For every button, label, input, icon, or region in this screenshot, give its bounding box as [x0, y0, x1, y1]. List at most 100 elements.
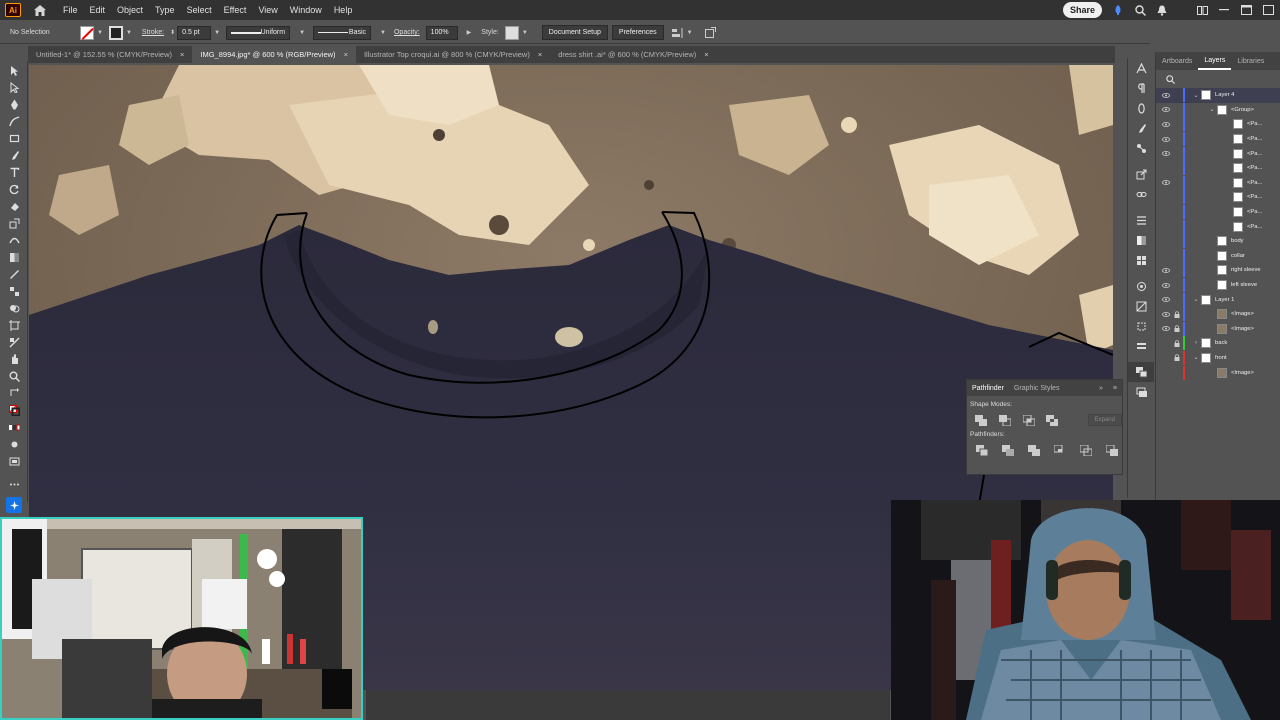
layer-row[interactable]: <Pa...: [1156, 205, 1280, 220]
outline-icon[interactable]: [1079, 444, 1093, 456]
layer-row[interactable]: <Pa...: [1156, 175, 1280, 191]
tab-graphic-styles[interactable]: Graphic Styles: [1009, 385, 1065, 392]
close-icon[interactable]: ×: [538, 50, 542, 59]
close-icon[interactable]: ×: [180, 50, 184, 59]
minus-front-icon[interactable]: [998, 414, 1012, 426]
panel-menu-icon[interactable]: ≡: [1108, 385, 1122, 392]
zoom-tool-icon[interactable]: [0, 368, 28, 385]
share-button[interactable]: Share: [1062, 2, 1102, 18]
selection-tool-icon[interactable]: [0, 62, 28, 79]
brushes-panel-icon[interactable]: [1128, 118, 1154, 138]
stroke-swatch[interactable]: [108, 25, 123, 40]
stroke-weight-field[interactable]: ⬍ 0.5 pt ▼: [170, 25, 220, 40]
search-icon[interactable]: [1134, 4, 1146, 16]
scale-tool-icon[interactable]: [0, 215, 28, 232]
bell-icon[interactable]: [1156, 4, 1168, 16]
arrange-documents-icon[interactable]: [1196, 4, 1208, 16]
chevron-right-icon[interactable]: ▶: [467, 29, 472, 36]
menu-effect[interactable]: Effect: [224, 5, 247, 15]
layer-row[interactable]: <Pa...: [1156, 146, 1280, 161]
type-tool-icon[interactable]: [0, 164, 28, 181]
lock-icon[interactable]: [1172, 325, 1181, 333]
tab-artboards[interactable]: Artboards: [1156, 52, 1198, 70]
opacity-label[interactable]: Opacity:: [394, 29, 420, 36]
shape-builder-tool-icon[interactable]: [0, 300, 28, 317]
tab-layers[interactable]: Layers: [1198, 52, 1232, 70]
paragraph-panel-icon[interactable]: [1128, 78, 1154, 98]
layer-row[interactable]: <Image>: [1156, 321, 1280, 337]
appearance-panel-icon[interactable]: [1128, 276, 1154, 296]
divide-icon[interactable]: [975, 444, 989, 456]
align-icon[interactable]: ▼: [671, 27, 693, 38]
eraser-tool-icon[interactable]: [0, 198, 28, 215]
menu-help[interactable]: Help: [334, 5, 353, 15]
unite-icon[interactable]: [975, 414, 988, 426]
rectangle-tool-icon[interactable]: [0, 130, 28, 147]
chevron-down-icon[interactable]: ⌄: [1207, 106, 1217, 113]
visibility-eye-icon[interactable]: [1161, 92, 1170, 98]
layer-row[interactable]: left sleeve: [1156, 278, 1280, 293]
opentype-panel-icon[interactable]: [1128, 98, 1154, 118]
visibility-eye-icon[interactable]: [1161, 282, 1170, 288]
direct-selection-tool-icon[interactable]: [0, 79, 28, 96]
exclude-icon[interactable]: [1046, 414, 1059, 426]
chevron-down-icon[interactable]: ▼: [687, 30, 693, 36]
paintbrush-tool-icon[interactable]: [0, 147, 28, 164]
trim-icon[interactable]: [1001, 444, 1015, 456]
layer-row[interactable]: <Pa...: [1156, 117, 1280, 132]
visibility-eye-icon[interactable]: [1161, 311, 1170, 317]
document-tab[interactable]: Illustrator Top croqui.ai @ 800 % (CMYK/…: [356, 46, 550, 63]
crop-icon[interactable]: [1053, 444, 1067, 456]
symbols-panel-icon[interactable]: [1128, 138, 1154, 158]
rotate-tool-icon[interactable]: [0, 181, 28, 198]
chevron-down-icon[interactable]: ▼: [126, 30, 132, 36]
artboard-tool-icon[interactable]: [0, 317, 28, 334]
stepper-icon[interactable]: ⬍: [170, 29, 175, 36]
fill-swatch-control[interactable]: ▼: [80, 25, 103, 40]
layers-panel-icon[interactable]: [1128, 382, 1154, 402]
menu-edit[interactable]: Edit: [90, 5, 106, 15]
tab-pathfinder[interactable]: Pathfinder: [967, 385, 1009, 392]
layer-row[interactable]: <Image>: [1156, 365, 1280, 380]
menu-type[interactable]: Type: [155, 5, 175, 15]
swatches-panel-icon[interactable]: [1128, 250, 1154, 270]
layer-row[interactable]: <Pa...: [1156, 190, 1280, 205]
document-tab[interactable]: Untitled-1* @ 152.55 % (CMYK/Preview) ×: [28, 46, 192, 63]
chevron-down-icon[interactable]: ▼: [299, 30, 305, 36]
gradient-tool-icon[interactable]: [0, 249, 28, 266]
chevron-down-icon[interactable]: ⌄: [1191, 354, 1201, 361]
visibility-eye-icon[interactable]: [1161, 122, 1170, 127]
stroke-swatch-control[interactable]: ▼: [108, 25, 132, 40]
window-control-icon[interactable]: [1262, 4, 1274, 16]
slice-tool-icon[interactable]: [0, 334, 28, 351]
gradient-panel-icon[interactable]: [1128, 230, 1154, 250]
brush-definition[interactable]: Basic: [313, 25, 372, 40]
chevron-down-icon[interactable]: ▼: [380, 30, 386, 36]
layer-row[interactable]: collar: [1156, 248, 1280, 264]
layers-search[interactable]: [1156, 70, 1280, 88]
preferences-button[interactable]: Preferences: [611, 25, 664, 40]
pathfinder-panel-icon[interactable]: [1128, 362, 1154, 382]
visibility-eye-icon[interactable]: [1161, 151, 1170, 157]
menu-file[interactable]: File: [63, 5, 78, 15]
style-control[interactable]: ▼: [504, 25, 528, 40]
layer-row[interactable]: <Pa...: [1156, 219, 1280, 234]
lock-icon[interactable]: [1172, 354, 1181, 362]
close-icon[interactable]: ×: [704, 50, 708, 59]
export-panel-icon[interactable]: [1128, 164, 1154, 184]
visibility-eye-icon[interactable]: [1161, 107, 1170, 113]
layer-row[interactable]: body: [1156, 234, 1280, 249]
document-setup-button[interactable]: Document Setup: [541, 25, 608, 40]
chevron-down-icon[interactable]: ⌄: [1191, 296, 1201, 303]
document-tab[interactable]: dress shirt .ai* @ 600 % (CMYK/Preview) ×: [550, 46, 716, 63]
visibility-eye-icon[interactable]: [1161, 326, 1170, 332]
visibility-eye-icon[interactable]: [1161, 180, 1170, 186]
home-icon[interactable]: [33, 4, 47, 16]
close-icon[interactable]: ×: [344, 50, 348, 59]
intersect-icon[interactable]: [1022, 414, 1035, 426]
chevron-down-icon[interactable]: ⌄: [1191, 92, 1201, 99]
merge-icon[interactable]: [1027, 444, 1041, 456]
layer-row[interactable]: ⌄ front: [1156, 350, 1280, 366]
opacity-input[interactable]: 100%: [425, 25, 458, 40]
menu-view[interactable]: View: [258, 5, 277, 15]
